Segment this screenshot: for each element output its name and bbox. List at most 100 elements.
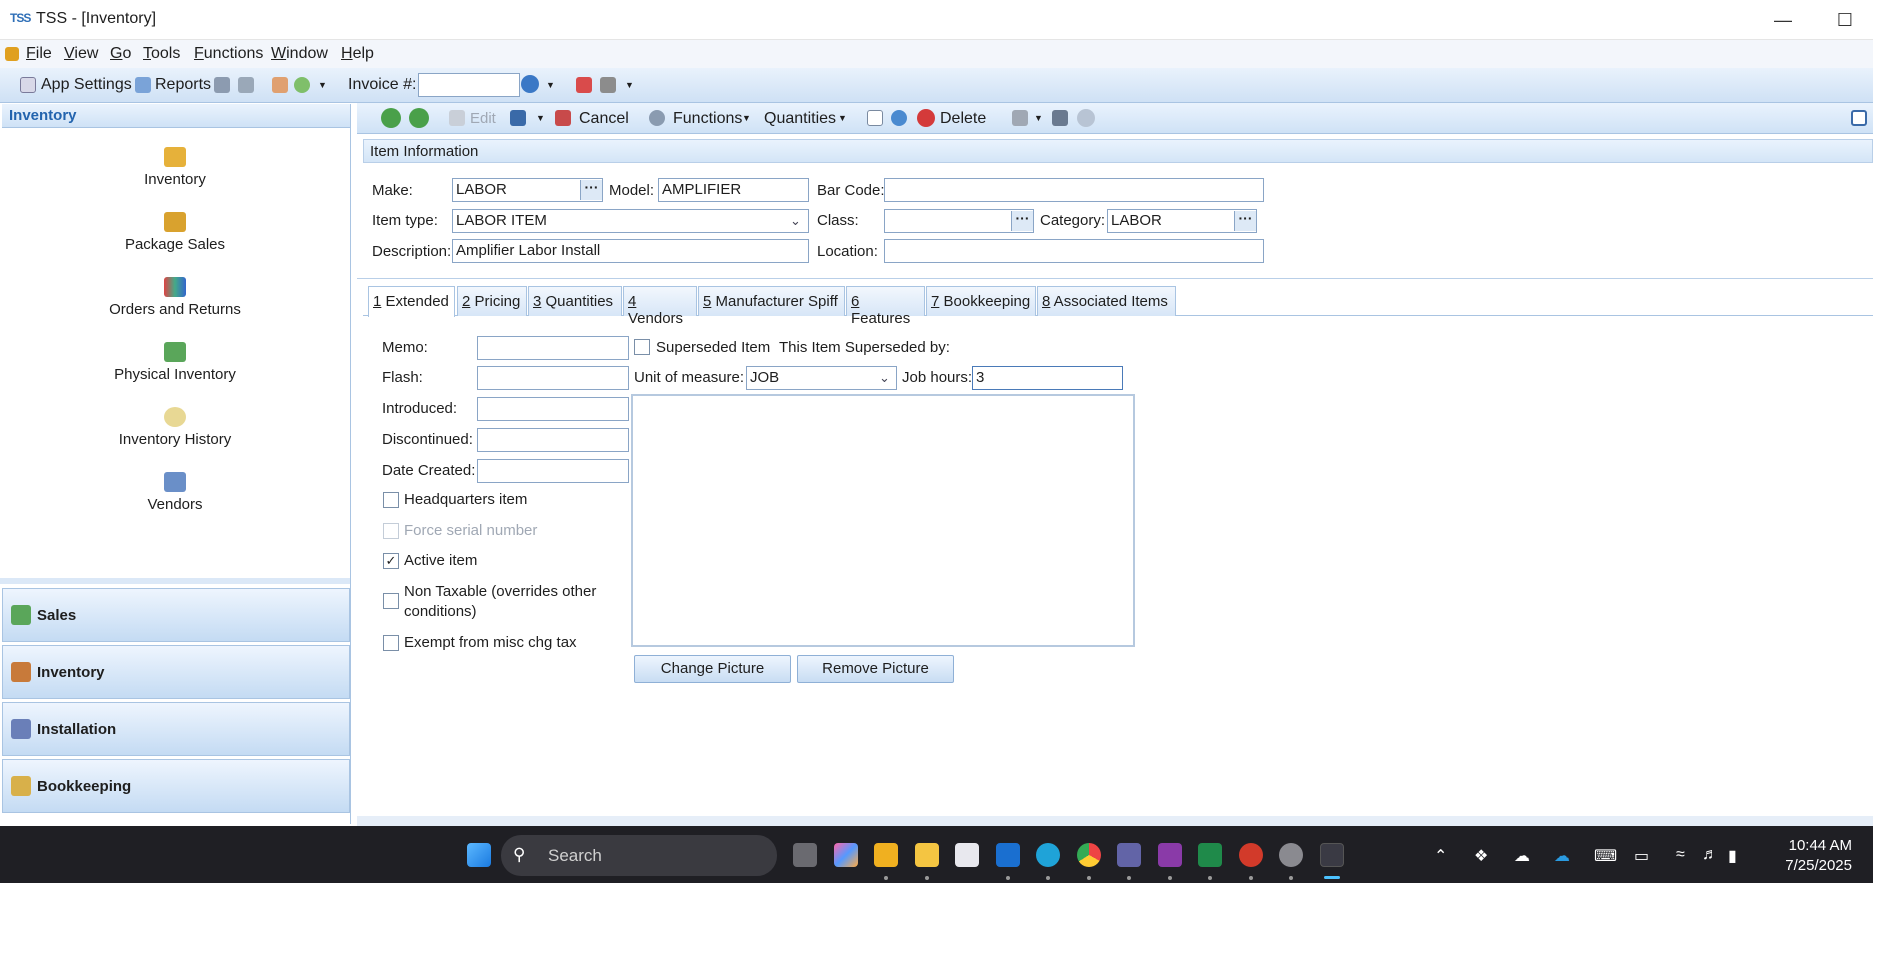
nav-item-physical-inventory[interactable]: Physical Inventory: [0, 342, 350, 383]
app-menu-icon[interactable]: [5, 47, 19, 61]
menu-functions[interactable]: Functions: [194, 45, 263, 63]
print-icon[interactable]: [1012, 110, 1028, 126]
menu-file[interactable]: File: [26, 45, 52, 63]
menu-go[interactable]: Go: [110, 45, 131, 63]
tss-app-icon[interactable]: [1320, 843, 1344, 867]
change-picture-button[interactable]: Change Picture: [634, 655, 791, 683]
find-icon[interactable]: [1052, 110, 1068, 126]
windows-start-icon[interactable]: [467, 843, 491, 867]
make-browse-button[interactable]: ···: [580, 180, 602, 200]
job-hours-field[interactable]: 3: [972, 366, 1123, 390]
section-inventory-button[interactable]: Inventory: [2, 645, 350, 699]
nav-item-orders-returns[interactable]: Orders and Returns: [0, 277, 350, 318]
outlook-icon[interactable]: [996, 843, 1020, 867]
binoculars-icon[interactable]: [214, 77, 230, 93]
quantities-dropdown[interactable]: Quantities: [764, 110, 836, 128]
excel-icon[interactable]: [1198, 843, 1222, 867]
tab-extended[interactable]: 1 Extended: [368, 286, 455, 317]
remove-picture-button[interactable]: Remove Picture: [797, 655, 954, 683]
nav-item-package-sales[interactable]: Package Sales: [0, 212, 350, 253]
location-field[interactable]: [884, 239, 1264, 263]
people-icon[interactable]: [272, 77, 288, 93]
minimize-icon[interactable]: —: [1768, 6, 1798, 34]
tablet-mode-icon[interactable]: ▭: [1634, 846, 1649, 866]
help-icon[interactable]: [1077, 109, 1095, 127]
refresh-record-icon[interactable]: [891, 110, 907, 126]
item-type-chevron-down-icon[interactable]: ⌄: [790, 213, 801, 229]
menu-view[interactable]: View: [64, 45, 98, 63]
menu-tools[interactable]: Tools: [143, 45, 180, 63]
non-taxable-checkbox[interactable]: [383, 593, 399, 609]
cancel-button[interactable]: Cancel: [579, 110, 629, 128]
layout-icon[interactable]: [1851, 110, 1867, 126]
volume-icon[interactable]: ♬: [1702, 846, 1718, 864]
flash-field[interactable]: [477, 366, 629, 390]
category-browse-button[interactable]: ···: [1234, 211, 1256, 231]
app-r-icon[interactable]: [874, 843, 898, 867]
edge-icon[interactable]: [1036, 843, 1060, 867]
copilot-icon[interactable]: [834, 843, 858, 867]
forward-icon[interactable]: [409, 108, 429, 128]
nav-item-inventory-history[interactable]: Inventory History: [0, 407, 350, 448]
chrome-icon[interactable]: [1077, 843, 1101, 867]
maximize-icon[interactable]: ☐: [1830, 6, 1860, 34]
functions-dropdown[interactable]: Functions: [673, 110, 742, 128]
class-browse-button[interactable]: ···: [1011, 211, 1033, 231]
tab-vendors[interactable]: 4 Vendors: [623, 286, 697, 327]
nav-item-inventory[interactable]: Inventory: [0, 147, 350, 188]
section-sales-button[interactable]: Sales: [2, 588, 350, 642]
back-icon[interactable]: [381, 108, 401, 128]
tab-associated-items[interactable]: 8 Associated Items: [1037, 286, 1176, 316]
wifi-icon[interactable]: ≈: [1676, 846, 1685, 864]
date-created-field[interactable]: [477, 459, 629, 483]
superseded-item-checkbox[interactable]: [634, 339, 650, 355]
pane-splitter[interactable]: [0, 578, 350, 584]
onenote-icon[interactable]: [1158, 843, 1182, 867]
chevron-up-icon[interactable]: ⌃: [1434, 846, 1447, 866]
tool-icon[interactable]: [238, 77, 254, 93]
taskbar-search[interactable]: ⚲ Search: [501, 835, 777, 876]
toolbar-overflow-2-icon[interactable]: ▼: [625, 80, 634, 90]
section-installation-button[interactable]: Installation: [2, 702, 350, 756]
teams-icon[interactable]: [1117, 843, 1141, 867]
app-settings-button[interactable]: App Settings: [41, 76, 132, 94]
heart-icon[interactable]: [576, 77, 592, 93]
refresh-icon[interactable]: [294, 77, 310, 93]
model-field[interactable]: AMPLIFIER: [658, 178, 809, 202]
description-field[interactable]: Amplifier Labor Install: [452, 239, 809, 263]
tab-bookkeeping[interactable]: 7 Bookkeeping: [926, 286, 1036, 316]
invoice-dropdown-icon[interactable]: ▼: [546, 80, 555, 90]
print-dropdown-icon[interactable]: ▼: [1034, 113, 1043, 123]
invoice-input[interactable]: [418, 73, 520, 97]
taskbar-clock[interactable]: 10:44 AM 7/25/2025: [1760, 836, 1852, 876]
store-icon[interactable]: [955, 843, 979, 867]
tab-manufacturer-spiff[interactable]: 5 Manufacturer Spiff: [698, 286, 845, 316]
item-type-select[interactable]: LABOR ITEM: [452, 209, 809, 233]
toolbar-overflow-icon[interactable]: ▼: [318, 80, 327, 90]
delete-button[interactable]: Delete: [940, 110, 986, 128]
car-app-icon[interactable]: [1239, 843, 1263, 867]
menu-window[interactable]: Window: [271, 45, 328, 63]
task-view-icon[interactable]: [793, 843, 817, 867]
tab-quantities[interactable]: 3 Quantities: [528, 286, 622, 316]
new-document-icon[interactable]: [867, 110, 883, 126]
save-dropdown-icon[interactable]: ▼: [536, 113, 545, 123]
battery-icon[interactable]: ▮: [1728, 846, 1737, 866]
introduced-field[interactable]: [477, 397, 629, 421]
invoice-go-icon[interactable]: [521, 75, 539, 93]
menu-help[interactable]: Help: [341, 45, 374, 63]
reports-button[interactable]: Reports: [155, 76, 211, 94]
active-item-checkbox[interactable]: ✓: [383, 553, 399, 569]
nav-item-vendors[interactable]: Vendors: [0, 472, 350, 513]
uom-chevron-down-icon[interactable]: ⌄: [879, 370, 890, 386]
headquarters-checkbox[interactable]: [383, 492, 399, 508]
exempt-misc-tax-checkbox[interactable]: [383, 635, 399, 651]
unit-of-measure-select[interactable]: JOB: [746, 366, 897, 390]
tab-features[interactable]: 6 Features: [846, 286, 925, 327]
memo-field[interactable]: [477, 336, 629, 360]
keyboard-icon[interactable]: ⌨: [1594, 846, 1617, 866]
edit-button[interactable]: Edit: [470, 110, 496, 127]
cloud-error-icon[interactable]: ☁: [1514, 846, 1530, 866]
barcode-field[interactable]: [884, 178, 1264, 202]
cart-icon[interactable]: [600, 77, 616, 93]
